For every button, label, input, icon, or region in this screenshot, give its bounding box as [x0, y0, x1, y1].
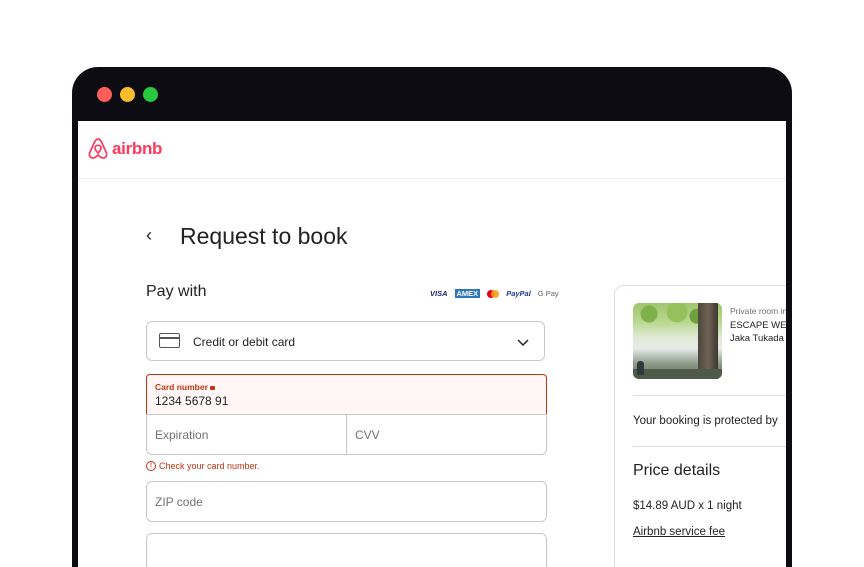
price-details-heading: Price details — [633, 462, 721, 479]
card-error: ! Check your card number. — [146, 461, 260, 471]
nightly-price-line: $14.89 AUD x 1 night — [633, 500, 742, 512]
service-fee-link[interactable]: Airbnb service fee — [633, 526, 725, 538]
listing-photo[interactable] — [633, 303, 722, 379]
brand-name: airbnb — [112, 139, 163, 158]
expiration-field[interactable]: Expiration — [146, 414, 347, 455]
chevron-down-icon — [517, 339, 529, 347]
expiration-placeholder: Expiration — [155, 428, 209, 442]
page-viewport: airbnb ‹ Request to book Pay with VISA A… — [78, 121, 786, 567]
visa-logo: VISA — [430, 289, 448, 298]
divider — [633, 395, 786, 396]
card-number-label-text: Card number — [155, 382, 208, 392]
payment-method-select[interactable]: Credit or debit card — [146, 321, 545, 361]
maximize-window-dot[interactable] — [143, 87, 158, 102]
header: airbnb — [78, 121, 786, 179]
airbnb-logo-icon — [88, 138, 108, 159]
protection-note: Your booking is protected by — [633, 415, 778, 427]
browser-window: airbnb ‹ Request to book Pay with VISA A… — [72, 67, 792, 567]
divider — [633, 446, 786, 447]
paypal-logo: PayPal — [506, 289, 531, 298]
close-window-dot[interactable] — [97, 87, 112, 102]
zip-code-field[interactable]: ZIP code — [146, 481, 547, 522]
card-number-label: Card number — [155, 382, 215, 392]
cvv-field[interactable]: CVV — [346, 414, 547, 455]
chevron-left-icon[interactable]: ‹ — [146, 225, 152, 246]
page-title: Request to book — [180, 223, 348, 249]
room-type: Private room in — [730, 306, 786, 316]
zip-code-placeholder: ZIP code — [155, 495, 203, 509]
host-name: Jaka Tukada — [730, 333, 784, 344]
booking-summary-card: Private room in ESCAPE WES Jaka Tukada Y… — [614, 285, 786, 567]
card-number-input[interactable] — [155, 394, 455, 408]
mastercard-icon — [487, 289, 500, 298]
card-error-text: Check your card number. — [159, 461, 260, 471]
pay-with-heading: Pay with — [146, 283, 207, 300]
card-number-field[interactable]: Card number — [146, 374, 547, 415]
lock-icon — [209, 386, 215, 390]
country-field[interactable] — [146, 533, 547, 567]
gpay-logo: G Pay — [537, 289, 559, 298]
amex-logo: AMEX — [454, 289, 481, 298]
airbnb-logo[interactable]: airbnb — [88, 138, 162, 160]
credit-card-icon — [159, 333, 180, 348]
minimize-window-dot[interactable] — [120, 87, 135, 102]
payment-method-value: Credit or debit card — [193, 335, 296, 349]
listing-name: ESCAPE WES — [730, 320, 786, 331]
cvv-placeholder: CVV — [355, 428, 380, 442]
error-icon: ! — [146, 461, 156, 471]
card-brand-logos: VISA AMEX PayPal G Pay — [430, 289, 559, 298]
